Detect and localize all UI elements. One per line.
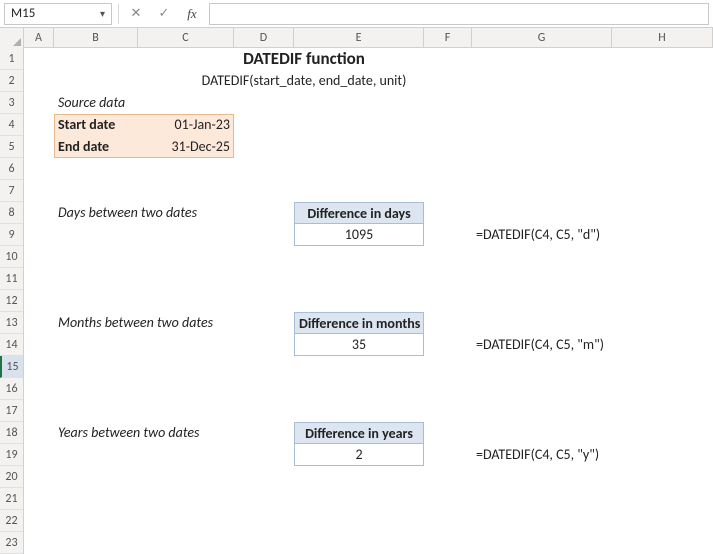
row-header[interactable]: 6: [0, 158, 23, 180]
col-header[interactable]: F: [424, 28, 472, 48]
separator: [118, 4, 119, 24]
row-header[interactable]: 13: [0, 312, 23, 334]
row-header[interactable]: 11: [0, 268, 23, 290]
row-header[interactable]: 19: [0, 444, 23, 466]
row-header[interactable]: 15: [0, 356, 23, 378]
days-header: Difference in days: [294, 202, 424, 224]
row-header[interactable]: 20: [0, 466, 23, 488]
spreadsheet-grid: A B C D E F G H 123456789101112131415161…: [0, 28, 713, 554]
row-header[interactable]: 22: [0, 510, 23, 532]
source-header: Source data: [54, 92, 129, 114]
row-header[interactable]: 8: [0, 202, 23, 224]
row-header[interactable]: 1: [0, 48, 23, 70]
row-header[interactable]: 10: [0, 246, 23, 268]
col-header[interactable]: C: [138, 28, 234, 48]
row-headers: 1234567891011121314151617181920212223: [0, 48, 24, 554]
row-header[interactable]: 2: [0, 70, 23, 92]
start-date-value[interactable]: 01-Jan-23: [138, 114, 234, 136]
row-header[interactable]: 12: [0, 290, 23, 312]
page-title: DATEDIF function: [24, 48, 584, 70]
row-header[interactable]: 9: [0, 224, 23, 246]
col-header[interactable]: E: [294, 28, 424, 48]
months-value[interactable]: 35: [294, 334, 424, 356]
confirm-icon[interactable]: ✓: [153, 3, 175, 25]
col-header[interactable]: A: [24, 28, 54, 48]
row-header[interactable]: 4: [0, 114, 23, 136]
row-header[interactable]: 5: [0, 136, 23, 158]
end-date-value[interactable]: 31-Dec-25: [138, 136, 234, 158]
months-formula: =DATEDIF(C4, C5, "m"): [472, 334, 608, 356]
months-desc: Months between two dates: [54, 312, 217, 334]
months-header: Difference in months: [294, 312, 424, 334]
row-header[interactable]: 18: [0, 422, 23, 444]
name-box-value: M15: [11, 6, 35, 21]
chevron-down-icon: ▾: [100, 7, 105, 20]
years-header: Difference in years: [294, 422, 424, 444]
days-formula: =DATEDIF(C4, C5, "d"): [472, 224, 604, 246]
end-date-label: End date: [54, 136, 138, 158]
years-formula: =DATEDIF(C4, C5, "y"): [472, 444, 603, 466]
row-header[interactable]: 14: [0, 334, 23, 356]
sheet-area[interactable]: DATEDIF function DATEDIF(start_date, end…: [24, 48, 713, 554]
select-all-triangle[interactable]: [0, 28, 24, 48]
days-value[interactable]: 1095: [294, 224, 424, 246]
row-header[interactable]: 7: [0, 180, 23, 202]
row-header[interactable]: 23: [0, 532, 23, 554]
row-header[interactable]: 17: [0, 400, 23, 422]
col-header[interactable]: H: [612, 28, 713, 48]
col-header[interactable]: B: [54, 28, 138, 48]
syntax-text: DATEDIF(start_date, end_date, unit): [24, 70, 584, 92]
col-header[interactable]: D: [234, 28, 294, 48]
cancel-icon[interactable]: ✕: [125, 3, 147, 25]
name-box[interactable]: M15 ▾: [4, 3, 112, 25]
years-desc: Years between two dates: [54, 422, 204, 444]
start-date-label: Start date: [54, 114, 138, 136]
column-headers: A B C D E F G H: [0, 28, 713, 48]
col-header[interactable]: G: [472, 28, 612, 48]
row-header[interactable]: 16: [0, 378, 23, 400]
fx-icon[interactable]: fx: [181, 3, 203, 25]
formula-bar: M15 ▾ ✕ ✓ fx: [0, 0, 713, 28]
row-header[interactable]: 3: [0, 92, 23, 114]
row-header[interactable]: 21: [0, 488, 23, 510]
formula-input[interactable]: [209, 3, 709, 25]
days-desc: Days between two dates: [54, 202, 201, 224]
years-value[interactable]: 2: [294, 444, 424, 466]
